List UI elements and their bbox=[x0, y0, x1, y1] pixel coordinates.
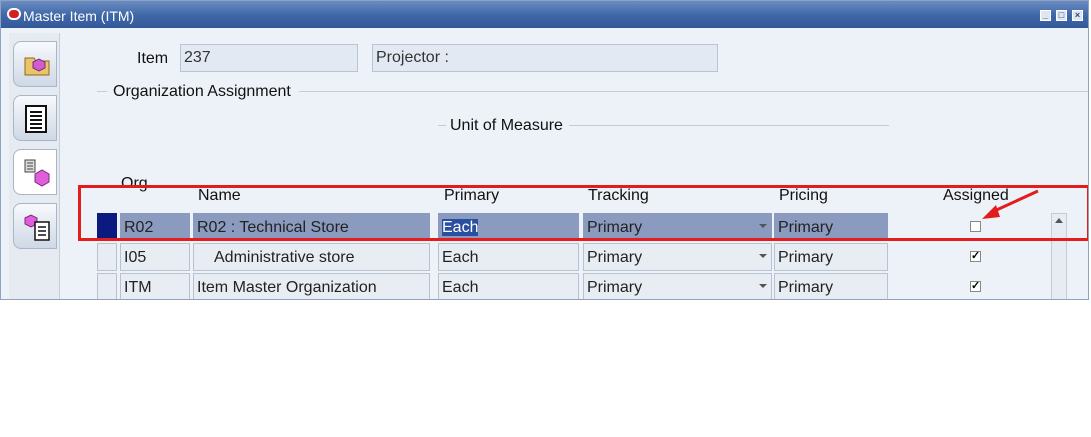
pricing-select[interactable]: Primary bbox=[774, 273, 888, 299]
oracle-icon bbox=[7, 8, 21, 20]
row-indicator[interactable] bbox=[97, 273, 117, 299]
section-divider bbox=[299, 91, 1088, 92]
annotation-highlight-box bbox=[78, 185, 1088, 241]
org-cell[interactable]: I05 bbox=[120, 243, 190, 271]
org-assignment-heading: Organization Assignment bbox=[113, 83, 291, 100]
name-cell[interactable]: Administrative store bbox=[193, 243, 430, 271]
uom-divider bbox=[569, 125, 889, 126]
tracking-select[interactable]: Primary bbox=[583, 243, 772, 271]
org-cubes-icon bbox=[24, 159, 50, 187]
dropdown-icon[interactable] bbox=[759, 254, 767, 258]
folder-cube-icon bbox=[24, 57, 50, 76]
minimize-icon[interactable]: _ bbox=[1040, 10, 1051, 21]
section-divider bbox=[97, 91, 107, 92]
tracking-select[interactable]: Primary bbox=[583, 273, 772, 299]
tracking-value: Primary bbox=[587, 279, 643, 296]
master-item-window: Master Item (ITM) _ □ × Item 237 Project… bbox=[0, 0, 1089, 300]
assigned-checkbox[interactable]: ✓ bbox=[970, 251, 981, 262]
pricing-select[interactable]: Primary bbox=[774, 243, 888, 271]
item-label: Item bbox=[137, 50, 169, 67]
item-number-field[interactable]: 237 bbox=[180, 44, 358, 72]
side-tab-bar bbox=[9, 33, 60, 299]
cube-list-icon bbox=[24, 214, 50, 241]
title-bar: Master Item (ITM) _ □ × bbox=[1, 1, 1088, 28]
org-cell[interactable]: ITM bbox=[120, 273, 190, 299]
tab-main[interactable] bbox=[13, 41, 57, 87]
primary-uom-cell[interactable]: Each bbox=[438, 273, 579, 299]
item-description-field[interactable]: Projector : bbox=[372, 44, 718, 72]
close-icon[interactable]: × bbox=[1072, 10, 1083, 21]
dropdown-icon[interactable] bbox=[759, 284, 767, 288]
tracking-value: Primary bbox=[587, 249, 643, 266]
list-icon bbox=[25, 105, 47, 133]
uom-divider bbox=[438, 125, 446, 126]
red-arrow-icon bbox=[982, 189, 1039, 219]
restore-icon[interactable]: □ bbox=[1056, 10, 1067, 21]
assigned-checkbox[interactable]: ✓ bbox=[970, 281, 981, 292]
uom-heading: Unit of Measure bbox=[450, 117, 563, 134]
primary-uom-cell[interactable]: Each bbox=[438, 243, 579, 271]
name-cell[interactable]: Item Master Organization bbox=[193, 273, 430, 299]
row-indicator[interactable] bbox=[97, 243, 117, 271]
tab-details[interactable] bbox=[13, 95, 57, 141]
window-title: Master Item (ITM) bbox=[23, 8, 135, 24]
tab-organization-assignment[interactable] bbox=[13, 149, 57, 195]
tab-categories[interactable] bbox=[13, 203, 57, 249]
